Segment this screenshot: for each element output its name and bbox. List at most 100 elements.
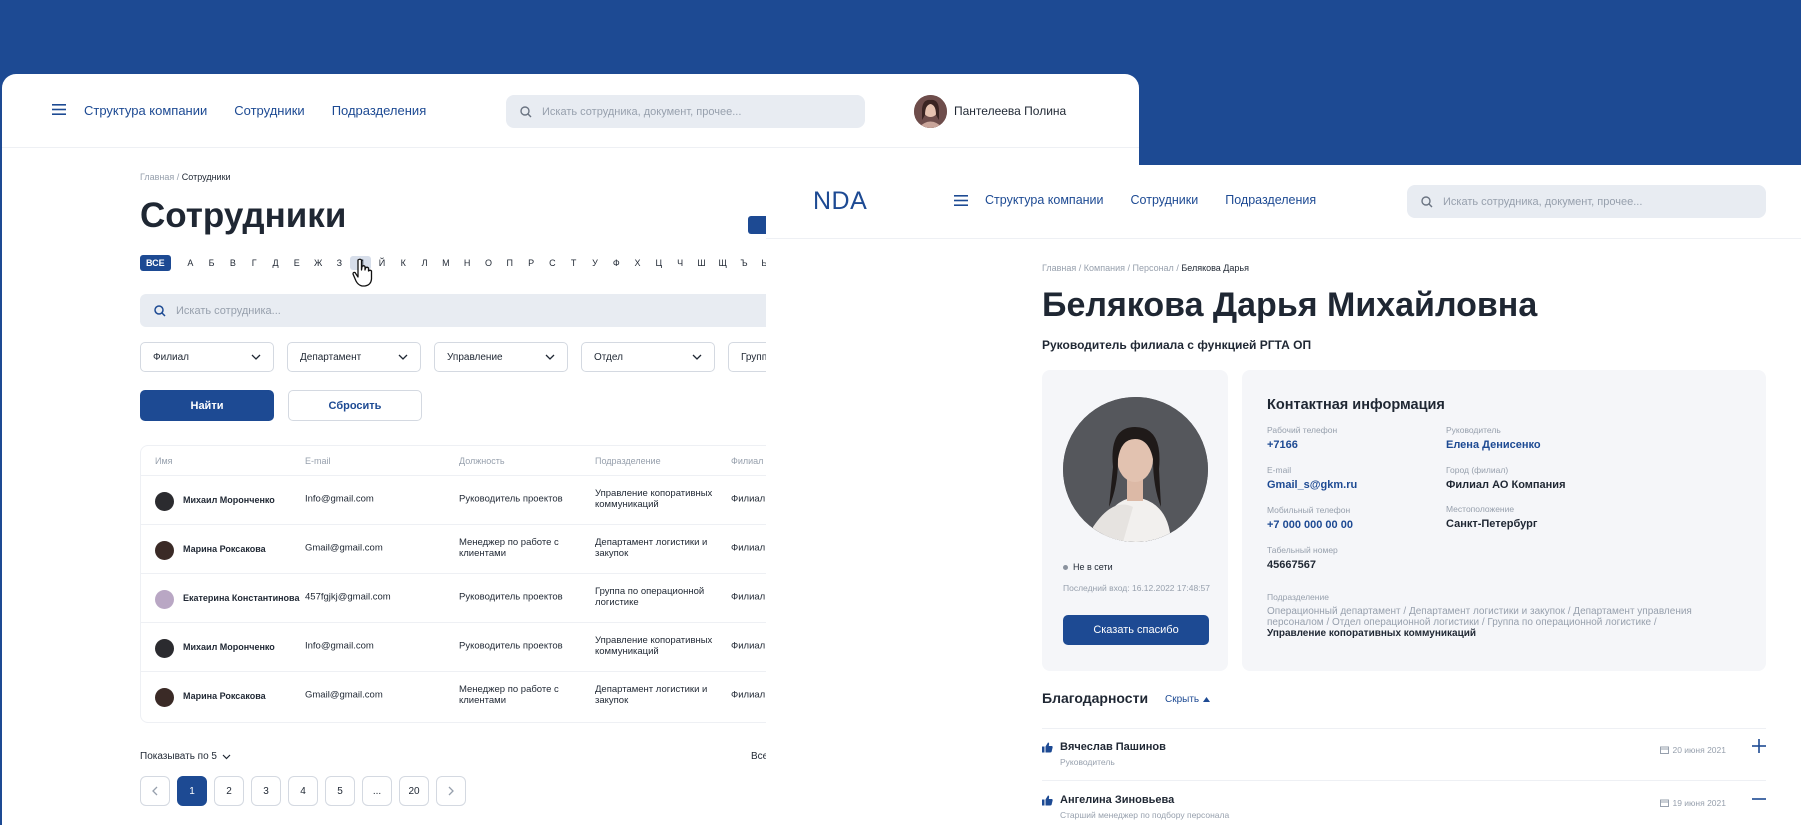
alphabet-letter[interactable]: О [478, 258, 499, 268]
alphabet-letter[interactable]: Г [244, 258, 265, 268]
table-row[interactable]: Михаил Моронченко Info@gmail.com Руководит… [141, 622, 801, 671]
thanks-author[interactable]: Вячеслав Пашинов [1060, 741, 1166, 753]
field-label: Табельный номер [1267, 545, 1338, 555]
filter-branch-dropdown[interactable]: Филиал [140, 342, 274, 372]
page-button[interactable]: 1 [177, 776, 207, 806]
breadcrumb-staff[interactable]: Персонал [1132, 263, 1173, 273]
table-row[interactable]: Марина Роксакова Gmail@gmail.com Менеджер … [141, 524, 801, 573]
column-header-name[interactable]: Имя [155, 456, 173, 466]
page-size-select[interactable]: Показывать по 5 [140, 751, 231, 762]
logo[interactable]: NDA [813, 187, 867, 216]
breadcrumb-home[interactable]: Главная [1042, 263, 1076, 273]
alphabet-letter[interactable]: З [329, 258, 350, 268]
status-text: Не в сети [1073, 562, 1113, 572]
table-row[interactable]: Михаил Моронченко Info@gmail.com Руководит… [141, 475, 801, 524]
alphabet-letter[interactable]: Ф [606, 258, 627, 268]
prev-page-button[interactable] [140, 776, 170, 806]
breadcrumb-home[interactable]: Главная [140, 172, 174, 182]
table-row[interactable]: Марина Роксакова Gmail@gmail.com Менеджер … [141, 671, 801, 720]
nav-departments[interactable]: Подразделения [332, 103, 427, 118]
alphabet-letter[interactable]: С [542, 258, 563, 268]
alphabet-letter[interactable]: Т [563, 258, 584, 268]
filters: Филиал Департамент Управление Отдел Груп… [140, 342, 862, 372]
page-button[interactable]: 3 [251, 776, 281, 806]
global-search-input[interactable]: Искать сотрудника, документ, прочее... [1407, 185, 1766, 218]
page-button[interactable]: 2 [214, 776, 244, 806]
field-label: Местоположение [1446, 504, 1515, 514]
employee-search-placeholder: Искать сотрудника... [176, 304, 281, 317]
column-header-email[interactable]: E-mail [305, 456, 331, 466]
minus-icon[interactable] [1752, 792, 1766, 806]
table-row[interactable]: Екатерина Константинова 457fgjkj@gmail.co… [141, 573, 801, 622]
employee-department-cell: Управление копоративных коммуникаций [595, 488, 713, 510]
work-phone-link[interactable]: +7166 [1267, 439, 1437, 451]
menu-icon[interactable] [52, 104, 66, 115]
alphabet-letter[interactable]: Щ [712, 258, 733, 268]
thanks-author[interactable]: Ангелина Зиновьева [1060, 794, 1174, 806]
alphabet-letter[interactable]: Л [414, 258, 435, 268]
status-dot [1063, 564, 1068, 570]
hide-toggle[interactable]: Скрыть [1165, 694, 1211, 705]
alphabet-letter[interactable]: Р [520, 258, 541, 268]
alphabet-letter[interactable]: Ж [307, 258, 328, 268]
user-name[interactable]: Пантелеева Полина [954, 104, 1066, 118]
breadcrumb-current: Белякова Дарья [1181, 263, 1249, 273]
alphabet-letter[interactable]: К [393, 258, 414, 268]
reset-button[interactable]: Сбросить [288, 390, 422, 421]
nav-employees[interactable]: Сотрудники [1131, 193, 1199, 207]
alphabet-letter[interactable]: П [499, 258, 520, 268]
thanks-date-text: 20 июня 2021 [1672, 745, 1726, 755]
avatar[interactable] [914, 95, 947, 128]
plus-icon[interactable] [1752, 739, 1766, 753]
chevron-down-icon [222, 754, 231, 760]
alphabet-letter[interactable]: Е [286, 258, 307, 268]
find-button[interactable]: Найти [140, 390, 274, 421]
column-header-position[interactable]: Должность [459, 456, 505, 466]
nav-employees[interactable]: Сотрудники [234, 103, 304, 118]
next-page-button[interactable] [436, 776, 466, 806]
email-link[interactable]: Gmail_s@gkm.ru [1267, 479, 1437, 491]
global-search-input[interactable]: Искать сотрудника, документ, прочее... [506, 95, 865, 128]
alphabet-letter[interactable]: М [435, 258, 456, 268]
nav-company-structure[interactable]: Структура компании [84, 103, 207, 118]
nav-company-structure[interactable]: Структура компании [985, 193, 1104, 207]
nav-departments[interactable]: Подразделения [1225, 193, 1316, 207]
column-header-department[interactable]: Подразделение [595, 456, 661, 466]
alphabet-letter[interactable]: Ш [691, 258, 712, 268]
say-thanks-button[interactable]: Сказать спасибо [1063, 615, 1209, 645]
alphabet-letter[interactable]: В [222, 258, 243, 268]
field-label: Руководитель [1446, 425, 1501, 435]
caret-up-icon [1203, 697, 1211, 702]
alphabet-letter[interactable]: Х [627, 258, 648, 268]
alphabet-letter[interactable]: Й [371, 258, 392, 268]
thanks-section-title: Благодарности [1042, 690, 1149, 706]
page-button[interactable]: ... [362, 776, 392, 806]
alphabet-letter[interactable]: Б [201, 258, 222, 268]
column-header-branch[interactable]: Филиал [731, 456, 763, 466]
department-current: Управление копоративных коммуникаций [1267, 628, 1477, 639]
employee-search-input[interactable]: Искать сотрудника... [140, 294, 780, 327]
page-button[interactable]: 20 [399, 776, 429, 806]
alphabet-letter[interactable]: А [180, 258, 201, 268]
chevron-down-icon [398, 354, 408, 360]
location-value: Санкт-Петербург [1446, 518, 1538, 530]
field-label: Город (филиал) [1446, 465, 1509, 475]
alphabet-letter[interactable]: Д [265, 258, 286, 268]
breadcrumb-company[interactable]: Компания [1084, 263, 1125, 273]
filter-division-dropdown[interactable]: Отдел [581, 342, 715, 372]
divider [1042, 780, 1766, 781]
alphabet-letter[interactable]: Н [457, 258, 478, 268]
alphabet-letter[interactable]: Ъ [733, 258, 754, 268]
alphabet-letter[interactable]: Ц [648, 258, 669, 268]
manager-link[interactable]: Елена Денисенко [1446, 439, 1616, 451]
alphabet-all-button[interactable]: ВСЕ [140, 255, 171, 271]
last-login: Последний вход: 16.12.2022 17:48:57 [1063, 583, 1210, 593]
filter-management-dropdown[interactable]: Управление [434, 342, 568, 372]
filter-department-dropdown[interactable]: Департамент [287, 342, 421, 372]
mobile-link[interactable]: +7 000 000 00 00 [1267, 519, 1437, 531]
alphabet-letter[interactable]: Ч [670, 258, 691, 268]
menu-icon[interactable] [954, 195, 968, 206]
alphabet-letter[interactable]: У [584, 258, 605, 268]
page-button[interactable]: 5 [325, 776, 355, 806]
page-button[interactable]: 4 [288, 776, 318, 806]
